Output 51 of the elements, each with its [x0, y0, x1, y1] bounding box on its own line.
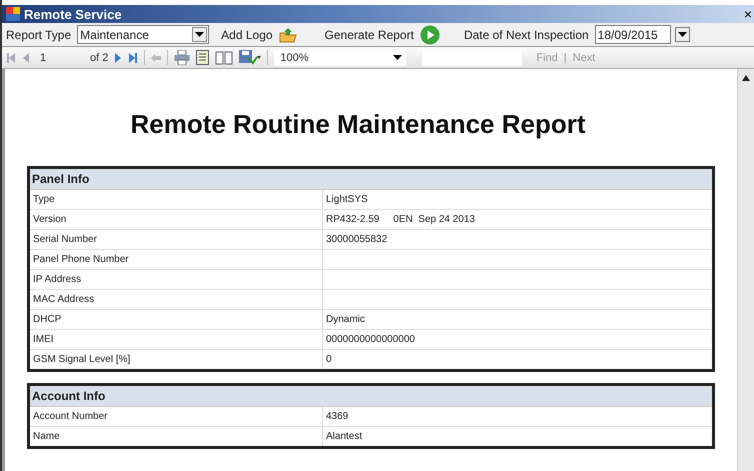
report-type-dropdown[interactable]: Maintenance	[77, 25, 210, 44]
table-cell: Type	[30, 190, 323, 209]
table-cell: IMEI	[30, 330, 323, 349]
table-cell-text: RP432-2.59 0EN Sep 24 2013	[325, 213, 476, 227]
section-header: Account Info	[30, 386, 712, 407]
scrollbar[interactable]	[737, 69, 754, 471]
table-cell: DHCP	[30, 310, 323, 329]
window-title: Remote Service	[24, 6, 122, 22]
table-cell-text: 30000055832	[325, 233, 388, 247]
table-cell: IP Address	[30, 270, 323, 289]
first-page-icon[interactable]	[6, 52, 16, 62]
page-setup-icon[interactable]	[215, 50, 234, 64]
play-icon[interactable]	[420, 24, 440, 44]
date-picker[interactable]: 18/09/2015	[594, 25, 671, 44]
caret-icon	[393, 54, 402, 60]
table-cell-text: 4369	[325, 410, 350, 424]
next-page-icon[interactable]	[114, 52, 122, 62]
previous-page-icon[interactable]	[22, 52, 30, 62]
folder-upload-icon[interactable]	[278, 26, 297, 42]
table-cell-text: 0	[325, 353, 333, 367]
save-icon[interactable]	[239, 50, 262, 65]
caret-icon[interactable]	[674, 27, 690, 42]
add-logo-button[interactable]: Add Logo	[221, 28, 273, 42]
page-layout-icon[interactable]	[196, 50, 210, 65]
generate-report-button[interactable]: Generate Report	[324, 28, 414, 42]
report-title: Remote Routine Maintenance Report	[129, 109, 587, 140]
table-cell: GSM Signal Level [%]	[30, 350, 323, 369]
table-cell: Serial Number	[30, 230, 323, 249]
field-label: Date of Next Inspection	[464, 28, 589, 42]
page-field[interactable]: 1	[36, 52, 84, 64]
table-cell: MAC Address	[30, 290, 323, 309]
page-count: of 2	[90, 52, 108, 64]
table-cell-text: Alantest	[325, 430, 364, 444]
print-icon[interactable]	[174, 50, 190, 65]
field-label: Report Type	[6, 28, 72, 42]
last-page-icon[interactable]	[128, 52, 138, 62]
table-cell-text: Dynamic	[325, 313, 366, 327]
section-header: Panel Info	[30, 169, 712, 190]
caret-icon	[192, 27, 208, 42]
table-cell: Version	[30, 210, 323, 229]
table-cell: Panel Phone Number	[30, 250, 323, 269]
table-cell: Name	[30, 427, 323, 446]
app-icon	[6, 7, 20, 21]
zoom-dropdown[interactable]: 100%	[274, 50, 406, 66]
table-cell-text: LightSYS	[325, 193, 369, 207]
separator-text: |	[564, 52, 567, 64]
close-button[interactable]: ×	[744, 6, 752, 22]
table-cell-text: 0000000000000000	[325, 333, 416, 347]
scroll-up-icon[interactable]	[742, 75, 750, 81]
search-field[interactable]	[422, 50, 522, 66]
table-cell: Account Number	[30, 407, 323, 426]
